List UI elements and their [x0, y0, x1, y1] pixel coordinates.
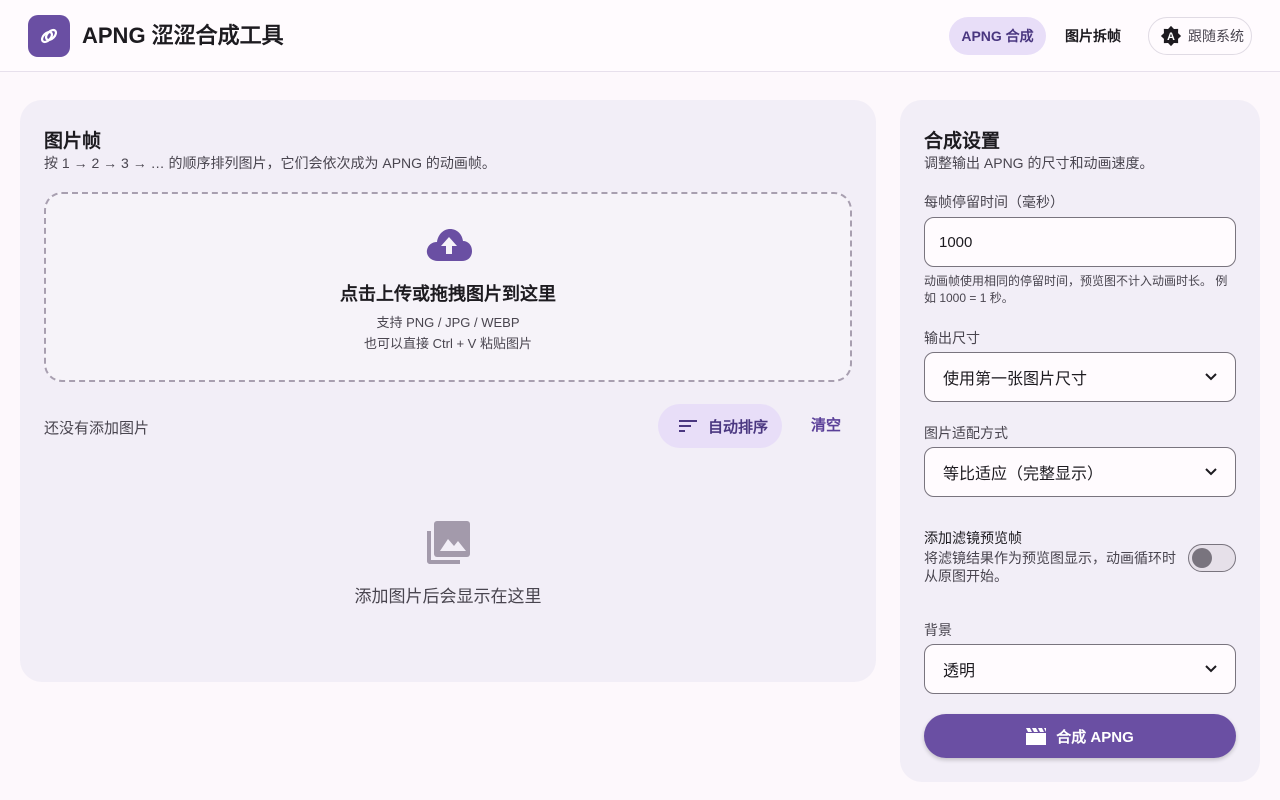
- empty-state-text: 添加图片后会显示在这里: [354, 587, 542, 606]
- output-size-select[interactable]: 使用第一张图片尺寸: [924, 352, 1236, 402]
- chevron-down-icon: [1205, 373, 1217, 381]
- frame-delay-input[interactable]: [924, 217, 1236, 267]
- background-value: 透明: [943, 663, 976, 680]
- app-header: APNG 涩涩合成工具 APNG 合成 图片拆帧 A 跟随系统: [0, 0, 1280, 72]
- compose-apng-label: 合成 APNG: [1056, 728, 1134, 746]
- auto-sort-label: 自动排序: [708, 418, 769, 436]
- background-select[interactable]: 透明: [924, 644, 1236, 694]
- clapperboard-icon: [1026, 728, 1047, 745]
- clear-button[interactable]: 清空: [790, 404, 862, 448]
- compose-apng-button[interactable]: 合成 APNG: [924, 714, 1236, 758]
- toggle-knob: [1192, 548, 1212, 568]
- output-size-label: 输出尺寸: [924, 330, 980, 346]
- background-label: 背景: [924, 622, 952, 638]
- tab-frame-split[interactable]: 图片拆帧: [1054, 17, 1132, 55]
- dropzone-paste-hint: 也可以直接 Ctrl + V 粘贴图片: [364, 336, 532, 351]
- output-size-value: 使用第一张图片尺寸: [943, 371, 1088, 388]
- app-logo: [28, 15, 70, 57]
- frames-panel: 图片帧 按 1 → 2 → 3 → … 的顺序排列图片，它们会依次成为 APNG…: [20, 100, 876, 682]
- frames-title: 图片帧: [44, 131, 102, 152]
- filter-preview-description: 将滤镜结果作为预览图显示，动画循环时从原图开始。: [924, 550, 1176, 584]
- chevron-down-icon: [1205, 468, 1217, 476]
- settings-subtitle: 调整输出 APNG 的尺寸和动画速度。: [924, 155, 1154, 171]
- dropzone-formats: 支持 PNG / JPG / WEBP: [376, 315, 520, 330]
- frame-delay-helper: 动画帧使用相同的停留时间，预览图不计入动画时长。 例如 1000 = 1 秒。: [924, 274, 1228, 305]
- svg-text:A: A: [1167, 31, 1175, 43]
- fit-mode-value: 等比适应（完整显示）: [943, 466, 1104, 483]
- filter-preview-toggle[interactable]: [1188, 544, 1236, 572]
- frame-delay-label: 每帧停留时间（毫秒）: [924, 194, 1064, 210]
- cloud-upload-icon: [426, 229, 472, 261]
- frames-subtitle: 按 1 → 2 → 3 → … 的顺序排列图片，它们会依次成为 APNG 的动画…: [44, 155, 496, 171]
- link-rings-icon: [40, 28, 58, 44]
- auto-theme-icon: A: [1160, 25, 1182, 47]
- app-title: APNG 涩涩合成工具: [82, 23, 284, 48]
- fit-mode-label: 图片适配方式: [924, 425, 1008, 441]
- frames-status: 还没有添加图片: [44, 420, 150, 437]
- chevron-down-icon: [1205, 665, 1217, 673]
- image-collection-icon: [427, 521, 470, 564]
- theme-toggle-button[interactable]: A 跟随系统: [1148, 17, 1252, 55]
- theme-label: 跟随系统: [1188, 28, 1244, 44]
- settings-title: 合成设置: [924, 131, 1001, 152]
- fit-mode-select[interactable]: 等比适应（完整显示）: [924, 447, 1236, 497]
- upload-dropzone[interactable]: 点击上传或拖拽图片到这里 支持 PNG / JPG / WEBP 也可以直接 C…: [44, 192, 852, 382]
- dropzone-title: 点击上传或拖拽图片到这里: [340, 284, 556, 304]
- tab-apng-compose[interactable]: APNG 合成: [949, 17, 1046, 55]
- sort-icon: [679, 420, 697, 432]
- settings-panel: 合成设置 调整输出 APNG 的尺寸和动画速度。 每帧停留时间（毫秒） 动画帧使…: [900, 100, 1260, 782]
- auto-sort-button[interactable]: 自动排序: [658, 404, 782, 448]
- filter-preview-title: 添加滤镜预览帧: [924, 530, 1022, 546]
